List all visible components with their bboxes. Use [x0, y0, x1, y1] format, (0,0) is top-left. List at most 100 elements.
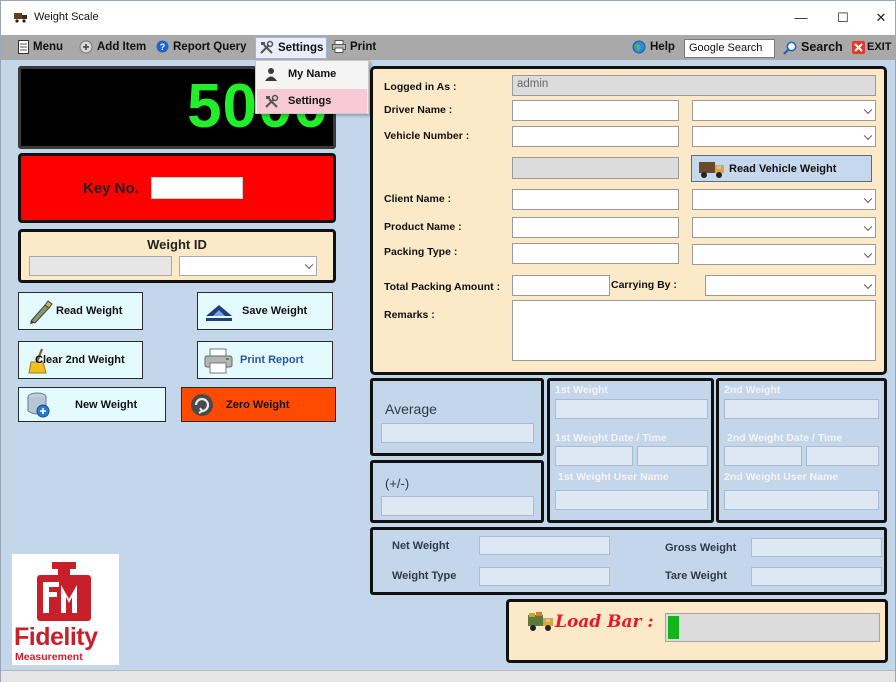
first-weight-date-time-label: 1st Weight Date / Time: [555, 432, 667, 444]
menu-item-menu[interactable]: Menu: [18, 38, 63, 57]
second-weight-date-time-label: 2nd Weight Date / Time: [727, 432, 843, 444]
net-weight-label: Net Weight: [392, 540, 450, 552]
vehicle-weight-field: [512, 157, 679, 179]
app-window: Weight Scale — ☐ ✕ Menu Add Item ? Report…: [0, 0, 896, 682]
driver-vehicle-form: Logged in As : admin Driver Name : Vehic…: [370, 66, 887, 375]
close-button[interactable]: ✕: [867, 7, 895, 29]
product-name-select[interactable]: [692, 217, 876, 238]
help-circle-icon: ?: [156, 40, 169, 53]
read-weight-label: Read Weight: [56, 305, 123, 317]
chevron-down-icon: [863, 131, 873, 140]
dropdown-item-label: My Name: [288, 68, 337, 80]
key-input[interactable]: [151, 177, 243, 199]
chevron-down-icon: [863, 194, 873, 203]
packing-type-input[interactable]: [512, 243, 679, 264]
chevron-down-icon: [863, 105, 873, 114]
driver-name-label: Driver Name :: [384, 104, 453, 116]
remarks-textarea[interactable]: [512, 300, 876, 361]
print-label: Print: [350, 41, 377, 53]
truck-app-icon: [14, 13, 27, 23]
new-weight-label: New Weight: [75, 398, 138, 411]
window-title: Weight Scale: [34, 11, 99, 23]
vehicle-number-select[interactable]: [692, 126, 876, 147]
exit-button[interactable]: EXIT: [852, 38, 891, 57]
settings-label: Settings: [278, 42, 324, 54]
search-label: Search: [801, 40, 843, 54]
read-weight-button[interactable]: Read Weight: [18, 292, 143, 330]
net-weight-field: [479, 536, 610, 555]
logo-name: Fidelity: [14, 623, 98, 651]
menu-item-print[interactable]: Print: [332, 38, 376, 57]
carrying-by-select[interactable]: [705, 275, 876, 296]
gross-weight-label: Gross Weight: [665, 542, 737, 554]
load-bar-label: Load Bar :: [555, 612, 654, 632]
clear-2nd-weight-button[interactable]: Clear 2nd Weight: [18, 341, 143, 379]
product-name-input[interactable]: [512, 217, 679, 238]
weight-type-label: Weight Type: [392, 570, 457, 582]
maximize-button[interactable]: ☐: [829, 7, 857, 29]
weight-id-select[interactable]: [179, 256, 317, 276]
packing-type-label: Packing Type :: [384, 246, 458, 258]
driver-name-select[interactable]: [692, 100, 876, 121]
title-bar: Weight Scale — ☐ ✕: [1, 1, 895, 34]
settings-dropdown-menu: My Name Settings: [255, 60, 369, 114]
vehicle-number-input[interactable]: [512, 126, 679, 147]
dropdown-item-settings[interactable]: Settings: [257, 89, 367, 113]
driver-name-input[interactable]: [512, 100, 679, 121]
status-bar: [1, 670, 895, 682]
fidelity-logo: Fidelity Measurement: [12, 554, 119, 665]
first-weight-time-field: [637, 446, 708, 466]
client-name-select[interactable]: [692, 189, 876, 210]
truck-icon: [699, 162, 724, 178]
logged-in-field: admin: [512, 75, 876, 96]
save-weight-button[interactable]: Save Weight: [197, 292, 333, 330]
eject-save-icon: [206, 305, 232, 321]
vehicle-number-label: Vehicle Number :: [384, 130, 470, 142]
total-packing-amount-input[interactable]: [512, 275, 610, 296]
weight-id-panel: Weight ID: [18, 229, 336, 283]
read-vehicle-weight-button[interactable]: Read Vehicle Weight: [691, 155, 872, 182]
google-search-input[interactable]: Google Search: [684, 39, 775, 58]
menu-item-report-query[interactable]: ? Report Query: [156, 38, 247, 57]
zero-weight-button[interactable]: Zero Weight: [181, 387, 336, 422]
client-name-label: Client Name :: [384, 193, 452, 205]
packing-type-select[interactable]: [692, 244, 876, 265]
logged-in-value: admin: [517, 78, 549, 90]
truck-icon: [528, 612, 553, 631]
chevron-down-icon: [304, 260, 314, 270]
tools-icon: [260, 41, 274, 55]
weight-id-field[interactable]: [29, 256, 172, 276]
add-item-icon: [79, 40, 93, 54]
load-bar-fill: [668, 616, 679, 639]
total-packing-amount-label: Total Packing Amount :: [384, 281, 501, 293]
first-weight-label: 1st Weight: [555, 384, 608, 396]
menu-label: Menu: [33, 41, 64, 53]
report-query-label: Report Query: [173, 41, 247, 53]
chevron-down-icon: [863, 280, 873, 289]
new-weight-button[interactable]: New Weight: [18, 387, 166, 422]
first-weight-user-field: [555, 490, 708, 510]
remarks-label: Remarks :: [384, 309, 435, 321]
save-weight-label: Save Weight: [242, 305, 308, 317]
print-report-button[interactable]: Print Report: [197, 341, 333, 379]
dropdown-item-label: Settings: [288, 95, 332, 107]
menu-item-settings[interactable]: Settings: [255, 37, 328, 59]
summary-panel: Net Weight Gross Weight Weight Type Tare…: [370, 527, 887, 595]
minimize-button[interactable]: —: [787, 7, 815, 29]
fm-weight-logo: [37, 562, 91, 621]
plusminus-panel: (+/-): [370, 460, 544, 523]
search-icon: [783, 41, 797, 55]
second-weight-date-field: [724, 446, 802, 466]
chevron-down-icon: [863, 249, 873, 258]
menu-item-help[interactable]: Help: [632, 38, 675, 57]
client-name-input[interactable]: [512, 189, 679, 210]
menu-item-add-item[interactable]: Add Item: [79, 38, 146, 57]
average-field: [381, 423, 534, 443]
load-bar-panel: Load Bar :: [506, 599, 888, 663]
zero-weight-label: Zero Weight: [226, 398, 290, 411]
read-vehicle-weight-label: Read Vehicle Weight: [729, 162, 837, 175]
dropdown-item-my-name[interactable]: My Name: [257, 62, 367, 86]
search-button[interactable]: Search: [783, 38, 843, 57]
carrying-by-label: Carrying By :: [611, 279, 677, 291]
clear-2nd-weight-label: Clear 2nd Weight: [35, 354, 125, 366]
